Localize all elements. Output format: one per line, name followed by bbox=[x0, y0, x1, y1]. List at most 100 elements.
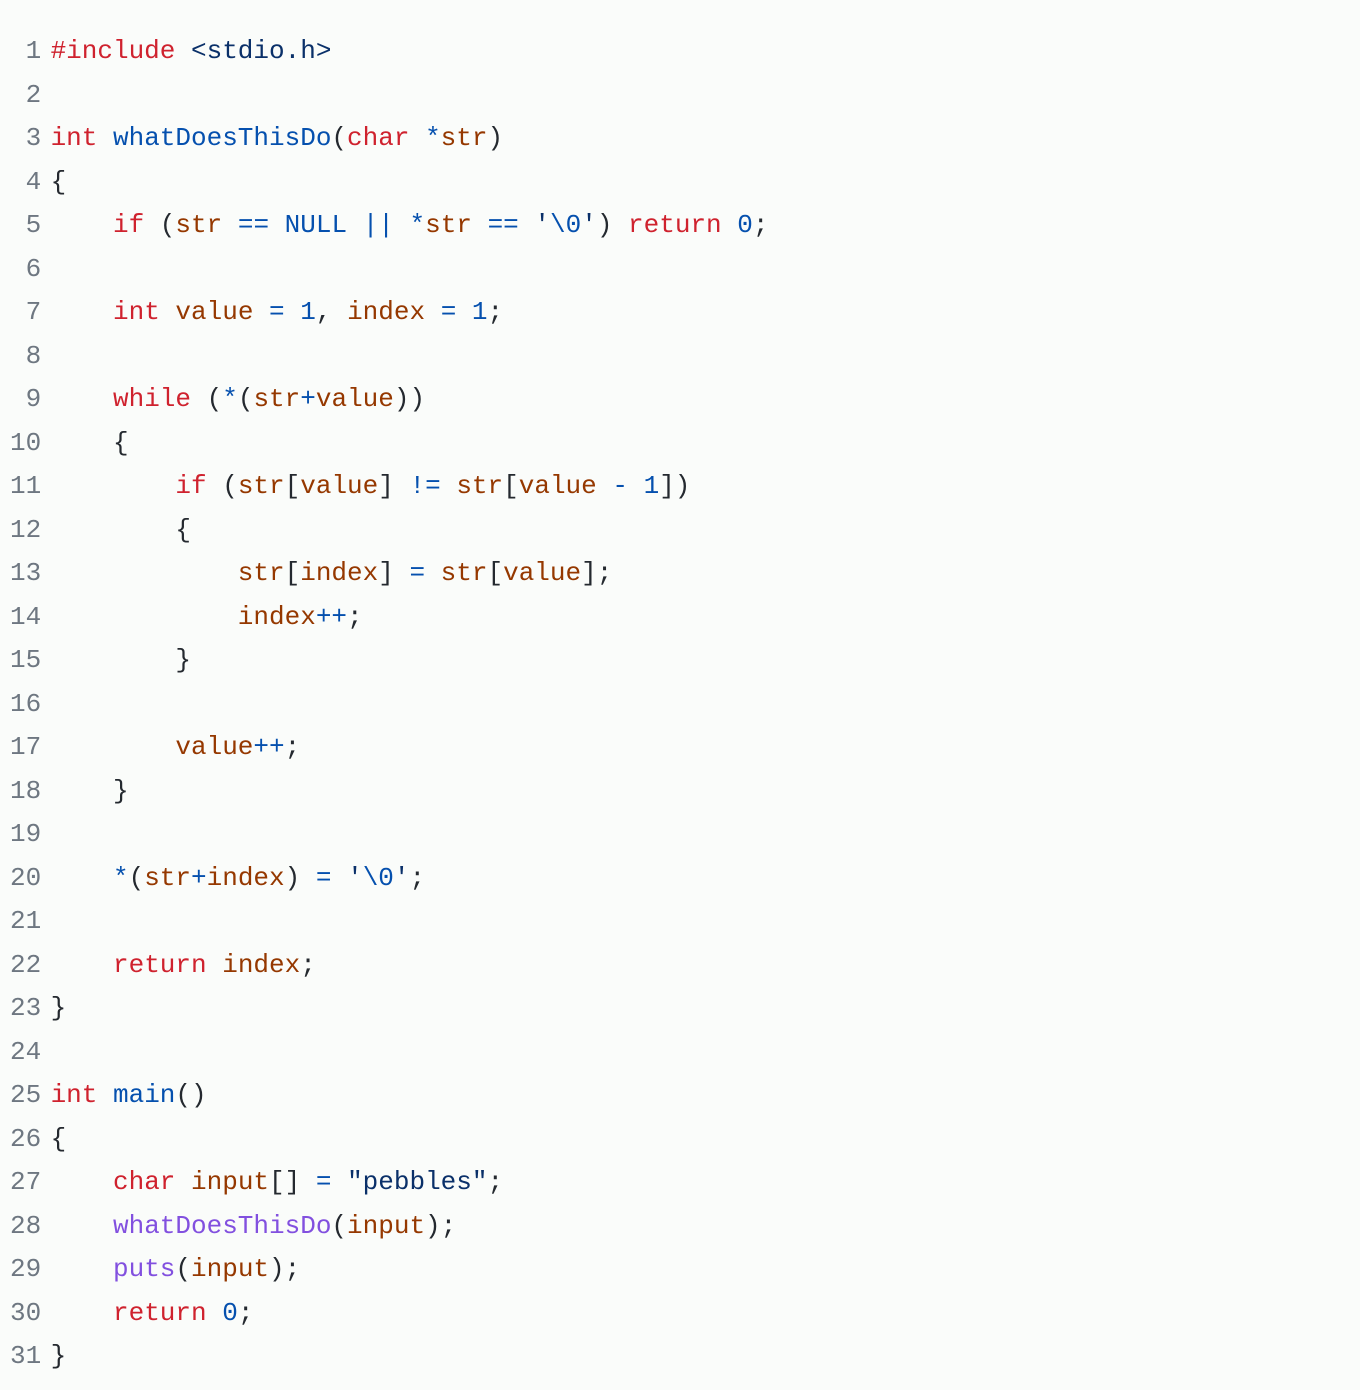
line-number: 17 bbox=[10, 726, 41, 770]
code-line: 23 } bbox=[10, 987, 1350, 1031]
code-token: str bbox=[441, 558, 488, 588]
code-line: 18 } bbox=[10, 770, 1350, 814]
code-token: input bbox=[347, 1211, 425, 1241]
code-token bbox=[409, 123, 425, 153]
code-token: index bbox=[347, 297, 425, 327]
code-token bbox=[51, 471, 176, 501]
code-token bbox=[441, 471, 457, 501]
code-token: ; bbox=[238, 1298, 254, 1328]
code-line: 20 *(str+index) = '\0'; bbox=[10, 857, 1350, 901]
code-token bbox=[51, 210, 113, 240]
code-token bbox=[269, 210, 285, 240]
code-token: = bbox=[316, 1167, 332, 1197]
code-token bbox=[331, 1167, 347, 1197]
code-token: index bbox=[207, 863, 285, 893]
code-token: * bbox=[113, 863, 129, 893]
code-token: whatDoesThisDo bbox=[113, 123, 331, 153]
code-token bbox=[97, 1080, 113, 1110]
code-token bbox=[425, 297, 441, 327]
code-token: * bbox=[222, 384, 238, 414]
code-token: ; bbox=[300, 950, 316, 980]
code-token bbox=[285, 297, 301, 327]
code-token: str bbox=[144, 863, 191, 893]
code-token: index bbox=[222, 950, 300, 980]
code-token: while bbox=[113, 384, 191, 414]
line-number: 22 bbox=[10, 944, 41, 988]
code-token: } bbox=[51, 645, 191, 675]
line-number: 7 bbox=[10, 291, 41, 335]
code-token: value bbox=[503, 558, 581, 588]
code-line: 21 bbox=[10, 900, 1350, 944]
code-line: 26 { bbox=[10, 1118, 1350, 1162]
code-token bbox=[519, 210, 535, 240]
code-token: ' bbox=[534, 210, 550, 240]
code-token: if bbox=[113, 210, 144, 240]
code-token: #include bbox=[51, 36, 176, 66]
code-token: ; bbox=[488, 1167, 504, 1197]
code-line: 1 #include <stdio.h> bbox=[10, 30, 1350, 74]
code-token: int bbox=[51, 1080, 98, 1110]
code-line: 27 char input[] = "pebbles"; bbox=[10, 1161, 1350, 1205]
code-token: return bbox=[628, 210, 722, 240]
line-number: 9 bbox=[10, 378, 41, 422]
code-token: ( bbox=[207, 471, 238, 501]
code-line: 28 whatDoesThisDo(input); bbox=[10, 1205, 1350, 1249]
code-token: [ bbox=[285, 471, 301, 501]
code-token bbox=[51, 1298, 113, 1328]
code-token: 1 bbox=[472, 297, 488, 327]
code-token: [ bbox=[487, 558, 503, 588]
line-number: 25 bbox=[10, 1074, 41, 1118]
code-line: 2 bbox=[10, 74, 1350, 118]
line-number: 12 bbox=[10, 509, 41, 553]
code-token: || bbox=[363, 210, 394, 240]
code-line: 14 index++; bbox=[10, 596, 1350, 640]
code-token: * bbox=[410, 210, 426, 240]
code-token: ; bbox=[347, 602, 363, 632]
code-token: [] bbox=[269, 1167, 316, 1197]
code-line: 29 puts(input); bbox=[10, 1248, 1350, 1292]
code-token: ]; bbox=[581, 558, 612, 588]
code-token: } bbox=[51, 1341, 67, 1371]
line-number: 19 bbox=[10, 813, 41, 857]
line-number: 6 bbox=[10, 248, 41, 292]
code-token: { bbox=[51, 167, 67, 197]
code-token: * bbox=[425, 123, 441, 153]
code-token bbox=[472, 210, 488, 240]
code-line: 19 bbox=[10, 813, 1350, 857]
code-line: 16 bbox=[10, 683, 1350, 727]
code-token: char bbox=[113, 1167, 175, 1197]
code-line: 9 while (*(str+value)) bbox=[10, 378, 1350, 422]
code-token bbox=[51, 1211, 113, 1241]
code-token bbox=[160, 297, 176, 327]
code-token: ; bbox=[753, 210, 769, 240]
line-number: 20 bbox=[10, 857, 41, 901]
line-number: 18 bbox=[10, 770, 41, 814]
code-token bbox=[394, 210, 410, 240]
code-token bbox=[628, 471, 644, 501]
code-token: if bbox=[175, 471, 206, 501]
code-line: 22 return index; bbox=[10, 944, 1350, 988]
line-number: 23 bbox=[10, 987, 41, 1031]
code-token bbox=[51, 863, 113, 893]
code-token bbox=[51, 602, 238, 632]
line-number: 4 bbox=[10, 161, 41, 205]
code-token: ( bbox=[144, 210, 175, 240]
code-token: { bbox=[51, 1124, 67, 1154]
code-token: ++ bbox=[316, 602, 347, 632]
code-token: value bbox=[519, 471, 597, 501]
line-number: 3 bbox=[10, 117, 41, 161]
code-token bbox=[97, 123, 113, 153]
code-token: int bbox=[51, 123, 98, 153]
code-token: ' bbox=[394, 863, 410, 893]
code-token bbox=[51, 1167, 113, 1197]
code-token bbox=[51, 1254, 113, 1284]
code-token bbox=[456, 297, 472, 327]
code-token bbox=[207, 1298, 223, 1328]
code-token: ) bbox=[285, 863, 316, 893]
code-token: value bbox=[300, 471, 378, 501]
line-number: 13 bbox=[10, 552, 41, 596]
code-line: 6 bbox=[10, 248, 1350, 292]
code-token bbox=[207, 950, 223, 980]
code-token: main bbox=[113, 1080, 175, 1110]
line-number: 11 bbox=[10, 465, 41, 509]
